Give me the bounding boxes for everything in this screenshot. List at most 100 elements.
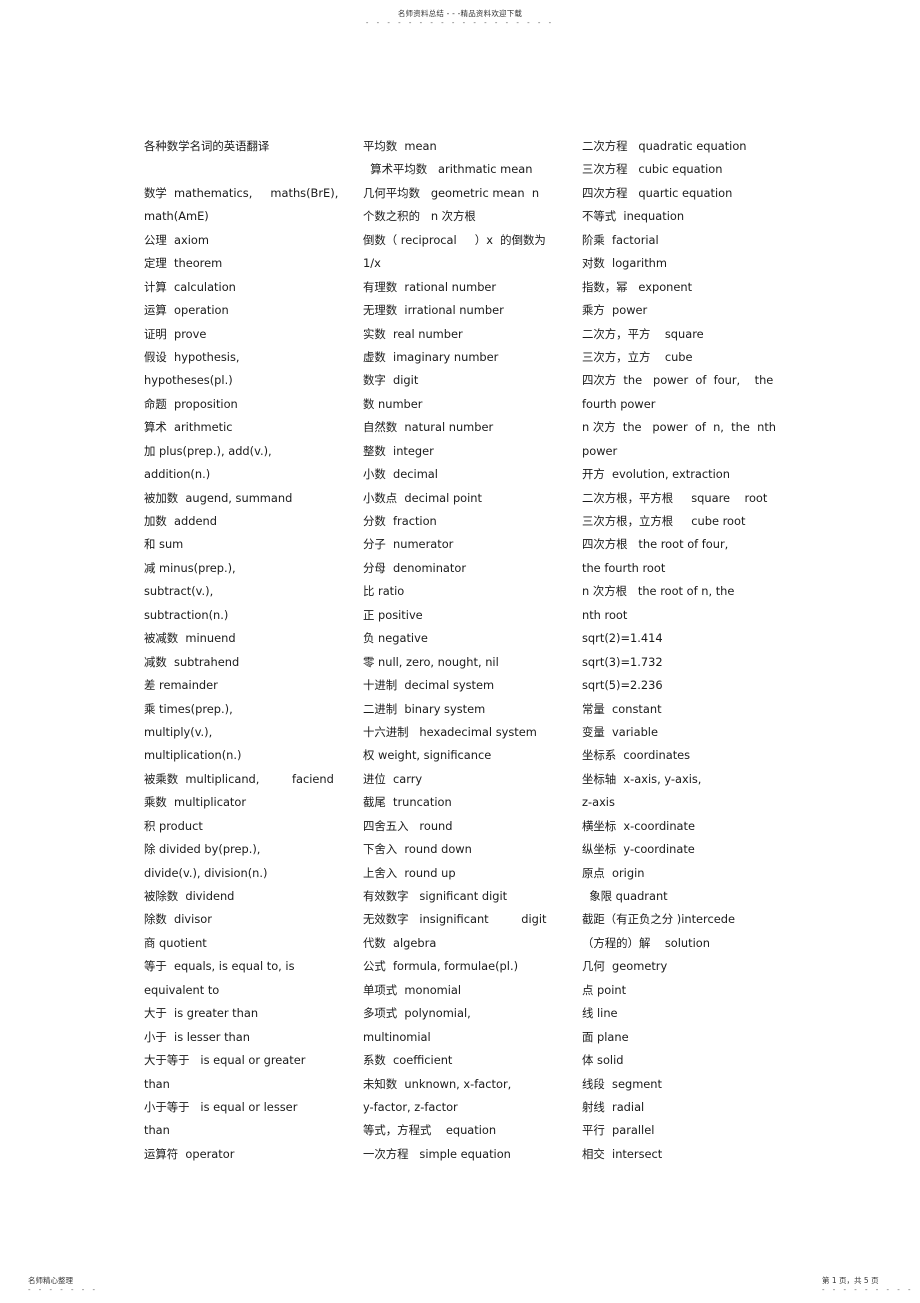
glossary-line: 平行 parallel (582, 1123, 655, 1138)
glossary-line: 除数 divisor (144, 912, 212, 927)
glossary-line: 公理 axiom (144, 232, 209, 247)
glossary-line: 大于等于 is equal or greater (144, 1053, 306, 1068)
glossary-line: 单项式 monomial (363, 982, 462, 997)
glossary-line: 二次方根，平方根 square root (582, 490, 768, 505)
glossary-line: 常量 constant (582, 701, 662, 716)
glossary-line: sqrt(3)=1.732 (582, 654, 663, 669)
footer-left: 名师精心整理 - - - - - - - (28, 1275, 98, 1294)
glossary-line: 比 ratio (363, 584, 405, 599)
glossary-line: 零 null, zero, nought, nil (363, 654, 499, 669)
glossary-line: the fourth root (582, 560, 666, 575)
glossary-line: multiply(v.), (144, 724, 213, 739)
glossary-line: 证明 prove (144, 326, 207, 341)
glossary-line: 倒数（ reciprocal ）x 的倒数为 (363, 232, 546, 247)
glossary-line: （方程的）解 solution (582, 935, 710, 950)
glossary-line: 三次方程 cubic equation (582, 162, 723, 177)
glossary-line: 分母 denominator (363, 560, 467, 575)
glossary-line: 十进制 decimal system (363, 678, 495, 693)
glossary-line: 被乘数 multiplicand, faciend (144, 771, 334, 786)
document-title: 各种数学名词的英语翻译 (144, 139, 270, 153)
glossary-line: power (582, 443, 618, 458)
glossary-line: 数 number (363, 396, 423, 411)
glossary-line: 定理 theorem (144, 256, 223, 271)
glossary-line: 点 point (582, 982, 627, 997)
glossary-line: 差 remainder (144, 678, 218, 693)
glossary-line: 有效数字 significant digit (363, 889, 508, 903)
page-number: 第 1 页，共 5 页 - - - - - - - - - (822, 1275, 914, 1294)
glossary-line: 运算符 operator (144, 1146, 235, 1161)
glossary-line: 加 plus(prep.), add(v.), (144, 443, 272, 458)
glossary-line: 运算 operation (144, 303, 229, 318)
glossary-line: math(AmE) (144, 209, 209, 224)
glossary-line: 乘 times(prep.), (144, 701, 233, 716)
glossary-line: 自然数 natural number (363, 420, 494, 435)
glossary-line: 几何平均数 geometric mean n (363, 185, 540, 200)
glossary-line: 命题 proposition (144, 396, 238, 411)
glossary-line: 四次方 the power of four, the (582, 373, 774, 388)
glossary-line: 小于等于 is equal or lesser (144, 1099, 298, 1114)
glossary-line: 乘方 power (582, 303, 648, 318)
glossary-line: 公式 formula, formulae(pl.) (363, 959, 519, 974)
glossary-line: 截距（有正负之分 )intercede (582, 912, 735, 927)
glossary-line: 个数之积的 n 次方根 (363, 209, 476, 224)
glossary-line: 体 solid (582, 1053, 624, 1068)
glossary-line: fourth power (582, 396, 656, 411)
header-text: 名师资料总结 - - -精品资料欢迎下载 (397, 9, 523, 18)
glossary-line: 假设 hypothesis, (144, 349, 240, 364)
glossary-line: 权 weight, significance (363, 748, 492, 763)
glossary-line: 原点 origin (582, 865, 645, 880)
glossary-line: 小于 is lesser than (144, 1029, 250, 1044)
glossary-line: multinomial (363, 1029, 431, 1044)
glossary-line: subtraction(n.) (144, 607, 229, 622)
glossary-line: 四次方根 the root of four, (582, 537, 729, 552)
glossary-line: 三次方根，立方根 cube root (582, 514, 746, 528)
glossary-line: hypotheses(pl.) (144, 373, 233, 388)
glossary-line: 二进制 binary system (363, 701, 486, 716)
glossary-line: y-factor, z-factor (363, 1099, 458, 1114)
glossary-line: 分数 fraction (363, 514, 437, 528)
glossary-line: 变量 variable (582, 724, 658, 739)
glossary-line: 被减数 minuend (144, 631, 236, 646)
glossary-line: 平均数 mean (363, 139, 437, 153)
glossary-line: 和 sum (144, 537, 184, 552)
glossary-line: 有理数 rational number (363, 279, 497, 294)
glossary-line: 不等式 inequation (582, 209, 685, 224)
glossary-line: 被加数 augend, summand (144, 490, 293, 505)
column-1: 各种数学名词的英语翻译 数学 mathematics, maths(BrE), ma… (144, 137, 344, 1168)
glossary-line: subtract(v.), (144, 584, 214, 599)
glossary-line: 截尾 truncation (363, 795, 452, 810)
glossary-line: multiplication(n.) (144, 748, 242, 763)
column-3: 二次方程 quadratic equation 三次方程 cubic equati… (582, 137, 782, 1168)
glossary-line (144, 160, 344, 183)
glossary-line: 计算 calculation (144, 279, 236, 294)
glossary-line: 一次方程 simple equation (363, 1146, 511, 1161)
glossary-line: 上舍入 round up (363, 865, 456, 880)
glossary-line: 虚数 imaginary number (363, 349, 499, 364)
glossary-line: divide(v.), division(n.) (144, 865, 268, 880)
glossary-line: 四次方程 quartic equation (582, 185, 733, 200)
glossary-line: 十六进制 hexadecimal system (363, 724, 537, 739)
glossary-line: 数字 digit (363, 373, 419, 388)
glossary-line: 实数 real number (363, 326, 463, 341)
glossary-line: 多项式 polynomial, (363, 1006, 471, 1021)
column-2: 平均数 mean 算术平均数 arithmatic mean 几何平均数 geom… (363, 137, 563, 1168)
glossary-line: 开方 evolution, extraction (582, 467, 730, 482)
glossary-line: 二次方程 quadratic equation (582, 139, 747, 153)
glossary-line: 1/x (363, 256, 381, 271)
glossary-line: 象限 quadrant (582, 889, 668, 903)
glossary-line: 坐标系 coordinates (582, 748, 691, 763)
glossary-line: 代数 algebra (363, 935, 437, 950)
glossary-line: 射线 radial (582, 1099, 645, 1114)
glossary-line: sqrt(2)=1.414 (582, 631, 663, 646)
glossary-line: nth root (582, 607, 628, 622)
glossary-line: 下舍入 round down (363, 842, 472, 857)
glossary-line: 小数 decimal (363, 467, 438, 482)
glossary-line: 四舍五入 round (363, 818, 453, 833)
footer-right-dots: - - - - - - - - - (822, 1286, 914, 1294)
glossary-line: 阶乘 factorial (582, 232, 659, 247)
glossary-line: 几何 geometry (582, 959, 668, 974)
glossary-line: 纵坐标 y-coordinate (582, 842, 695, 857)
glossary-line: 线 line (582, 1006, 618, 1021)
page-number-text: 第 1 页，共 5 页 (822, 1276, 879, 1285)
glossary-line: 积 product (144, 818, 203, 833)
